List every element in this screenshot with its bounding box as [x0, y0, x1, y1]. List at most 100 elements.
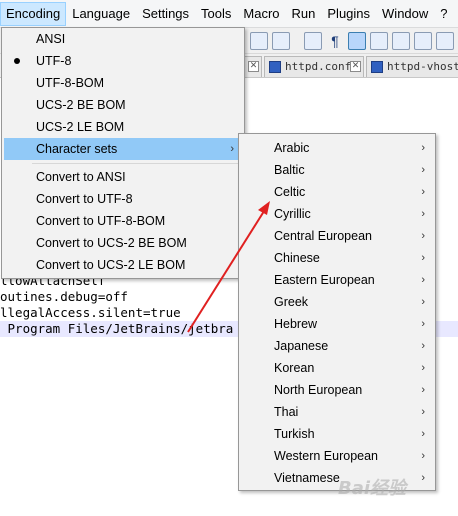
show-all-characters-icon[interactable]: ¶: [326, 32, 344, 50]
chevron-right-icon: ›: [230, 143, 234, 155]
doc-map-icon[interactable]: [392, 32, 410, 50]
tab-httpd-vhosts[interactable]: httpd-vhosts: [366, 56, 458, 77]
chevron-right-icon: ›: [421, 142, 425, 154]
menu-plugins[interactable]: Plugins: [321, 2, 376, 26]
menu-item-label: UTF-8-BOM: [36, 76, 105, 90]
save-icon: [269, 61, 281, 73]
charset-item-label: Eastern European: [274, 273, 375, 287]
menu-item-convert-ansi[interactable]: Convert to ANSI: [4, 166, 242, 188]
chevron-right-icon: ›: [421, 274, 425, 286]
charset-item-label: Western European: [274, 449, 378, 463]
chevron-right-icon: ›: [421, 318, 425, 330]
menu-item-utf8-bom[interactable]: UTF-8-BOM: [4, 72, 242, 94]
menu-bar: Encoding Language Settings Tools Macro R…: [0, 0, 458, 28]
charset-item-label: Greek: [274, 295, 309, 309]
tab-label: httpd-vhosts: [387, 60, 458, 73]
tab-partial[interactable]: ✕: [244, 56, 262, 77]
menu-item-label: Convert to UCS-2 BE BOM: [36, 236, 187, 250]
menu-item-label: ANSI: [36, 32, 66, 46]
charset-item[interactable]: Thai ›: [241, 401, 433, 423]
menu-item-convert-ucs2-le-bom[interactable]: Convert to UCS-2 LE BOM: [4, 254, 242, 276]
charset-item[interactable]: Chinese ›: [241, 247, 433, 269]
charset-item[interactable]: Central European ›: [241, 225, 433, 247]
charset-item[interactable]: Baltic ›: [241, 159, 433, 181]
menu-separator: [32, 163, 242, 164]
menu-item-ucs2-be-bom[interactable]: UCS-2 BE BOM: [4, 94, 242, 116]
chevron-right-icon: ›: [421, 296, 425, 308]
menu-item-label: Convert to UTF-8: [36, 192, 133, 206]
charset-item[interactable]: Arabic ›: [241, 137, 433, 159]
chevron-right-icon: ›: [421, 406, 425, 418]
charset-item-label: Baltic: [274, 163, 305, 177]
menu-item-label: Convert to UCS-2 LE BOM: [36, 258, 186, 272]
menu-item-utf8[interactable]: UTF-8: [4, 50, 242, 72]
menu-item-label: UCS-2 LE BOM: [36, 120, 125, 134]
menu-tools[interactable]: Tools: [195, 2, 237, 26]
chevron-right-icon: ›: [421, 230, 425, 242]
watermark-logo: Bai经验: [338, 478, 407, 499]
charset-item[interactable]: Hebrew ›: [241, 313, 433, 335]
charset-item[interactable]: Turkish ›: [241, 423, 433, 445]
menu-encoding[interactable]: Encoding: [0, 1, 67, 26]
menu-item-character-sets[interactable]: Character sets ›: [4, 138, 242, 160]
charset-item-label: Turkish: [274, 427, 315, 441]
charset-item-label: Korean: [274, 361, 315, 375]
menu-settings[interactable]: Settings: [136, 2, 195, 26]
chevron-right-icon: ›: [421, 384, 425, 396]
menu-macro[interactable]: Macro: [237, 2, 285, 26]
close-icon[interactable]: ✕: [248, 61, 259, 72]
sync-horizontal-icon[interactable]: [272, 32, 290, 50]
menu-item-label: UCS-2 BE BOM: [36, 98, 126, 112]
charset-item[interactable]: Eastern European ›: [241, 269, 433, 291]
menu-help[interactable]: ?: [434, 2, 453, 26]
menu-item-label: Convert to UTF-8-BOM: [36, 214, 166, 228]
charset-item-label: Cyrillic: [274, 207, 311, 221]
function-list-icon[interactable]: [414, 32, 432, 50]
menu-item-label: Convert to ANSI: [36, 170, 126, 184]
indent-guide-icon[interactable]: [348, 32, 366, 50]
menu-item-convert-utf8[interactable]: Convert to UTF-8: [4, 188, 242, 210]
charset-item-label: Hebrew: [274, 317, 318, 331]
charset-item[interactable]: North European ›: [241, 379, 433, 401]
tab-httpd-conf[interactable]: httpd.conf ✕: [264, 56, 364, 77]
character-sets-submenu: Arabic › Baltic › Celtic › Cyrillic › Central Eu…: [238, 133, 436, 491]
charset-item[interactable]: Greek ›: [241, 291, 433, 313]
chevron-right-icon: ›: [421, 252, 425, 264]
menu-language[interactable]: Language: [66, 2, 136, 26]
menu-item-ansi[interactable]: ANSI: [4, 28, 242, 50]
chevron-right-icon: ›: [421, 186, 425, 198]
chevron-right-icon: ›: [421, 340, 425, 352]
save-icon: [371, 61, 383, 73]
charset-item-label: North European: [274, 383, 363, 397]
encoding-dropdown: ANSI UTF-8 UTF-8-BOM UCS-2 BE BOM UCS-2 …: [1, 27, 245, 279]
charset-item[interactable]: Celtic ›: [241, 181, 433, 203]
folder-workspace-icon[interactable]: [436, 32, 454, 50]
charset-item[interactable]: Cyrillic ›: [241, 203, 433, 225]
menu-item-convert-ucs2-be-bom[interactable]: Convert to UCS-2 BE BOM: [4, 232, 242, 254]
menu-window[interactable]: Window: [376, 2, 434, 26]
charset-item[interactable]: Korean ›: [241, 357, 433, 379]
charset-item-label: Celtic: [274, 185, 306, 199]
chevron-right-icon: ›: [421, 362, 425, 374]
menu-item-label: UTF-8: [36, 54, 72, 68]
charset-item-label: Chinese: [274, 251, 320, 265]
close-icon[interactable]: ✕: [350, 61, 361, 72]
chevron-right-icon: ›: [421, 428, 425, 440]
tab-label: httpd.conf: [285, 60, 352, 73]
charset-item-label: Central European: [274, 229, 372, 243]
chevron-right-icon: ›: [421, 450, 425, 462]
word-wrap-icon[interactable]: [304, 32, 322, 50]
user-language-icon[interactable]: [370, 32, 388, 50]
selected-bullet-icon: [14, 58, 20, 64]
charset-item[interactable]: Western European ›: [241, 445, 433, 467]
charset-item-label: Thai: [274, 405, 299, 419]
charset-item-label: Japanese: [274, 339, 329, 353]
charset-item-label: Arabic: [274, 141, 310, 155]
menu-item-ucs2-le-bom[interactable]: UCS-2 LE BOM: [4, 116, 242, 138]
charset-item-label: Vietnamese: [274, 471, 340, 485]
menu-item-convert-utf8-bom[interactable]: Convert to UTF-8-BOM: [4, 210, 242, 232]
charset-item[interactable]: Japanese ›: [241, 335, 433, 357]
menu-run[interactable]: Run: [286, 2, 322, 26]
sync-vertical-icon[interactable]: [250, 32, 268, 50]
chevron-right-icon: ›: [421, 208, 425, 220]
